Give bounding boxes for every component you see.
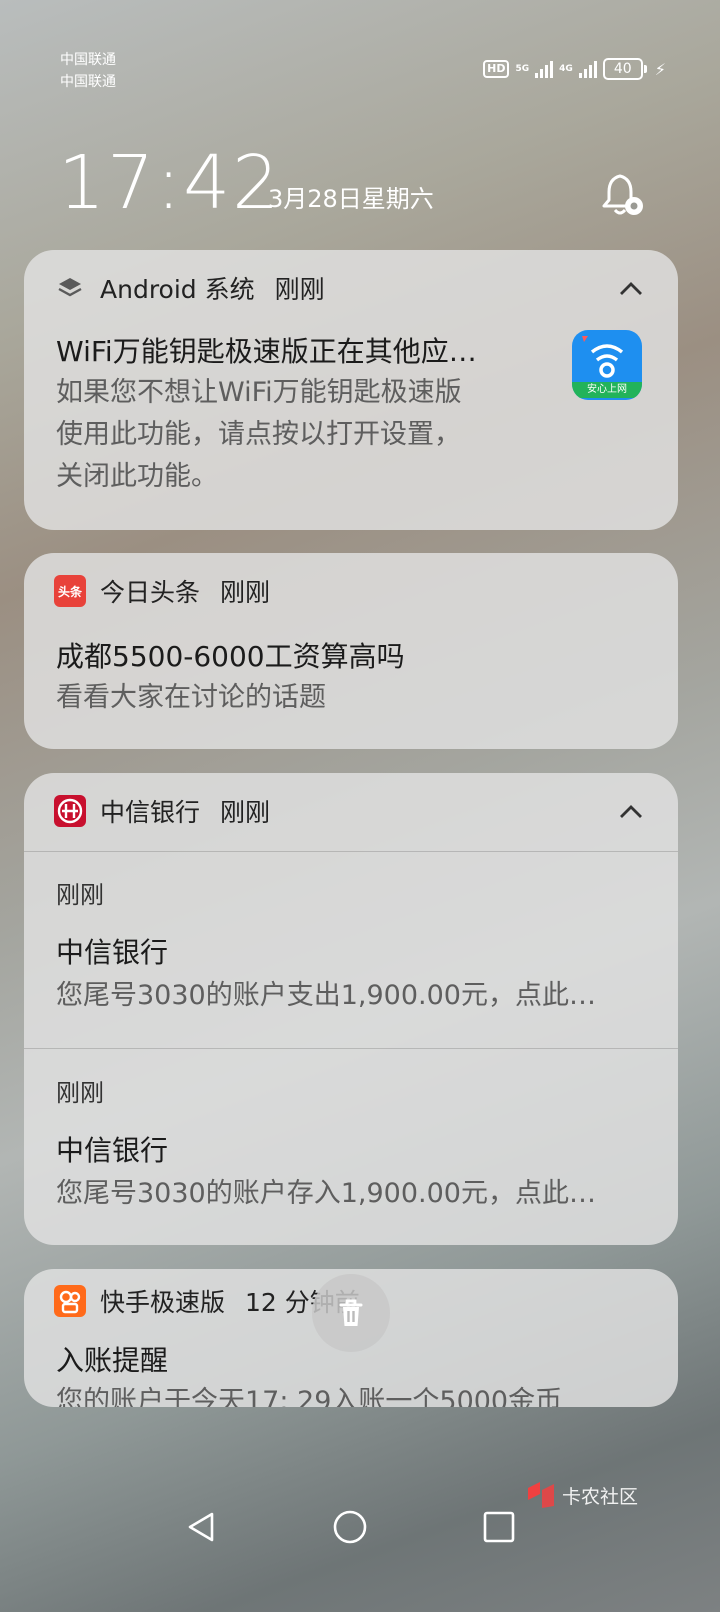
body-line-2: 使用此功能，请点按以打开设置， <box>56 419 461 450</box>
wifi-key-app-thumbnail: 安心上网 <box>572 330 642 400</box>
divider <box>24 1048 678 1049</box>
divider <box>24 851 678 852</box>
app-name: 快手极速版 <box>100 1288 226 1317</box>
status-icons: HD 5G 4G 40 ⚡ <box>483 58 666 80</box>
signal-icon-2 <box>578 60 597 78</box>
notification-toutiao[interactable]: 头条 今日头条 刚刚 成都5500-6000工资算高吗 看看大家在讨论的话题 <box>24 553 678 749</box>
app-name: 今日头条 <box>100 578 201 607</box>
notification-body: 您的账户于今天17: 29入账一个5000金币 <box>56 1386 563 1407</box>
kuaishou-app-icon <box>54 1285 86 1317</box>
notification-time: 刚刚 <box>274 275 325 304</box>
notification-body: 看看大家在讨论的话题 <box>56 682 326 713</box>
notification-title: 入账提醒 <box>56 1344 169 1377</box>
collapse-chevron-icon[interactable] <box>616 274 646 304</box>
card-header: 中信银行 刚刚 <box>54 791 270 831</box>
notification-time: 刚刚 <box>220 798 271 827</box>
hd-icon: HD <box>483 60 510 78</box>
message-time: 刚刚 <box>56 1079 104 1107</box>
home-circle-icon <box>333 1510 367 1544</box>
home-button[interactable] <box>325 1502 375 1552</box>
clear-notifications-button[interactable] <box>312 1274 390 1352</box>
back-triangle-icon <box>188 1512 214 1542</box>
status-bar: 中国联通 中国联通 HD 5G 4G 40 ⚡ <box>0 0 720 100</box>
notification-title: WiFi万能钥匙极速版正在其他应… <box>56 335 477 368</box>
message-body: 您尾号3030的账户存入1,900.00元，点此… <box>56 1178 596 1209</box>
toutiao-app-icon: 头条 <box>54 575 86 607</box>
battery-level: 40 <box>602 58 643 80</box>
body-line-3: 关闭此功能。 <box>56 461 218 492</box>
notification-body: 如果您不想让WiFi万能钥匙极速版 使用此功能，请点按以打开设置， 关闭此功能。 <box>56 372 462 498</box>
notification-title: 成都5500-6000工资算高吗 <box>56 640 405 673</box>
app-name: 中信银行 <box>100 798 201 827</box>
collapse-chevron-icon[interactable] <box>616 797 646 827</box>
layers-icon <box>54 272 86 304</box>
app-name: Android 系统 <box>100 275 255 304</box>
network-4g-label: 4G <box>559 64 573 74</box>
notification-time: 刚刚 <box>220 578 271 607</box>
carrier-label-2: 中国联通 <box>60 74 116 90</box>
recents-button[interactable] <box>474 1502 524 1552</box>
message-body: 您尾号3030的账户支出1,900.00元，点此… <box>56 980 596 1011</box>
lock-date: 3月28日星期六 <box>268 185 434 213</box>
back-button[interactable] <box>176 1502 226 1552</box>
card-header: 头条 今日头条 刚刚 <box>54 571 270 611</box>
card-header: Android 系统 刚刚 <box>54 268 325 308</box>
carrier-label-1: 中国联通 <box>60 52 116 68</box>
trash-icon <box>339 1299 363 1326</box>
message-title: 中信银行 <box>56 1134 169 1167</box>
message-time: 刚刚 <box>56 881 104 909</box>
toutiao-icon-label: 头条 <box>57 584 82 599</box>
notification-settings-icon[interactable] <box>598 170 648 220</box>
network-5g-label: 5G <box>515 64 530 74</box>
notification-android-system[interactable]: Android 系统 刚刚 WiFi万能钥匙极速版正在其他应… 如果您不想让Wi… <box>24 250 678 530</box>
body-line-1: 如果您不想让WiFi万能钥匙极速版 <box>56 377 462 408</box>
thumbnail-label: 安心上网 <box>572 382 642 398</box>
signal-icon-1 <box>535 60 554 78</box>
battery-icon: 40 <box>602 58 647 80</box>
navigation-bar <box>0 1490 720 1570</box>
message-title: 中信银行 <box>56 936 169 969</box>
lock-clock: 17:42 <box>58 140 282 226</box>
citic-bank-app-icon <box>54 795 86 827</box>
recents-square-icon <box>483 1511 515 1543</box>
charging-icon: ⚡ <box>654 59 666 79</box>
notification-citic-bank[interactable]: 中信银行 刚刚 刚刚 中信银行 您尾号3030的账户支出1,900.00元，点此… <box>24 773 678 1245</box>
